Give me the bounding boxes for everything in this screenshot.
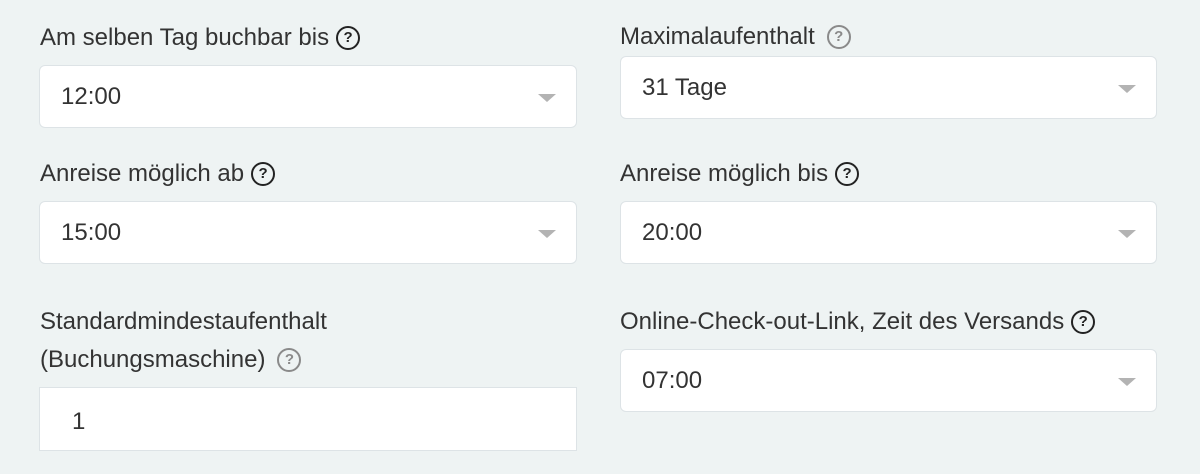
label-arrival-from: Anreise möglich ab ? xyxy=(40,155,276,193)
label-default-min-stay-line1: Standardmindestaufenthalt xyxy=(40,303,327,341)
question-circle-icon[interactable]: ? xyxy=(835,162,860,186)
chevron-down-icon xyxy=(1118,378,1136,386)
select-value: 07:00 xyxy=(642,367,703,394)
question-circle-icon[interactable]: ? xyxy=(1071,310,1096,334)
question-circle-icon[interactable]: ? xyxy=(277,348,302,372)
default-min-stay-input[interactable]: 1 xyxy=(39,387,577,451)
label-checkout-link-time: Online-Check-out-Link, Zeit des Versands… xyxy=(620,303,1096,341)
same-day-booking-select[interactable]: 12:00 xyxy=(39,65,577,128)
question-circle-icon[interactable]: ? xyxy=(826,25,851,49)
label-default-min-stay-line2: (Buchungsmaschine) ? xyxy=(40,341,302,379)
label-arrival-until: Anreise möglich bis ? xyxy=(620,155,860,193)
label-text: Anreise möglich ab xyxy=(40,160,245,187)
select-value: 15:00 xyxy=(61,219,122,246)
label-text: Anreise möglich bis xyxy=(620,160,829,187)
chevron-down-icon xyxy=(538,230,556,238)
input-value: 1 xyxy=(72,408,86,435)
label-text: Standardmindestaufenthalt xyxy=(40,308,327,335)
arrival-until-select[interactable]: 20:00 xyxy=(620,201,1157,264)
label-text: (Buchungsmaschine) xyxy=(40,346,266,373)
select-value: 31 Tage xyxy=(642,74,727,101)
select-value: 20:00 xyxy=(642,219,703,246)
question-circle-icon[interactable]: ? xyxy=(251,162,276,186)
chevron-down-icon xyxy=(1118,230,1136,238)
question-circle-icon[interactable]: ? xyxy=(336,26,361,50)
checkout-link-time-select[interactable]: 07:00 xyxy=(620,349,1157,412)
chevron-down-icon xyxy=(1118,85,1136,93)
label-text: Online-Check-out-Link, Zeit des Versands xyxy=(620,308,1065,335)
label-text: Maximalaufenthalt xyxy=(620,23,815,50)
select-value: 12:00 xyxy=(61,83,122,110)
arrival-from-select[interactable]: 15:00 xyxy=(39,201,577,264)
chevron-down-icon xyxy=(538,94,556,102)
label-text: Am selben Tag buchbar bis xyxy=(40,24,330,51)
max-stay-select[interactable]: 31 Tage xyxy=(620,56,1157,119)
label-max-stay: Maximalaufenthalt ? xyxy=(620,18,851,56)
label-same-day-booking: Am selben Tag buchbar bis ? xyxy=(40,19,361,57)
